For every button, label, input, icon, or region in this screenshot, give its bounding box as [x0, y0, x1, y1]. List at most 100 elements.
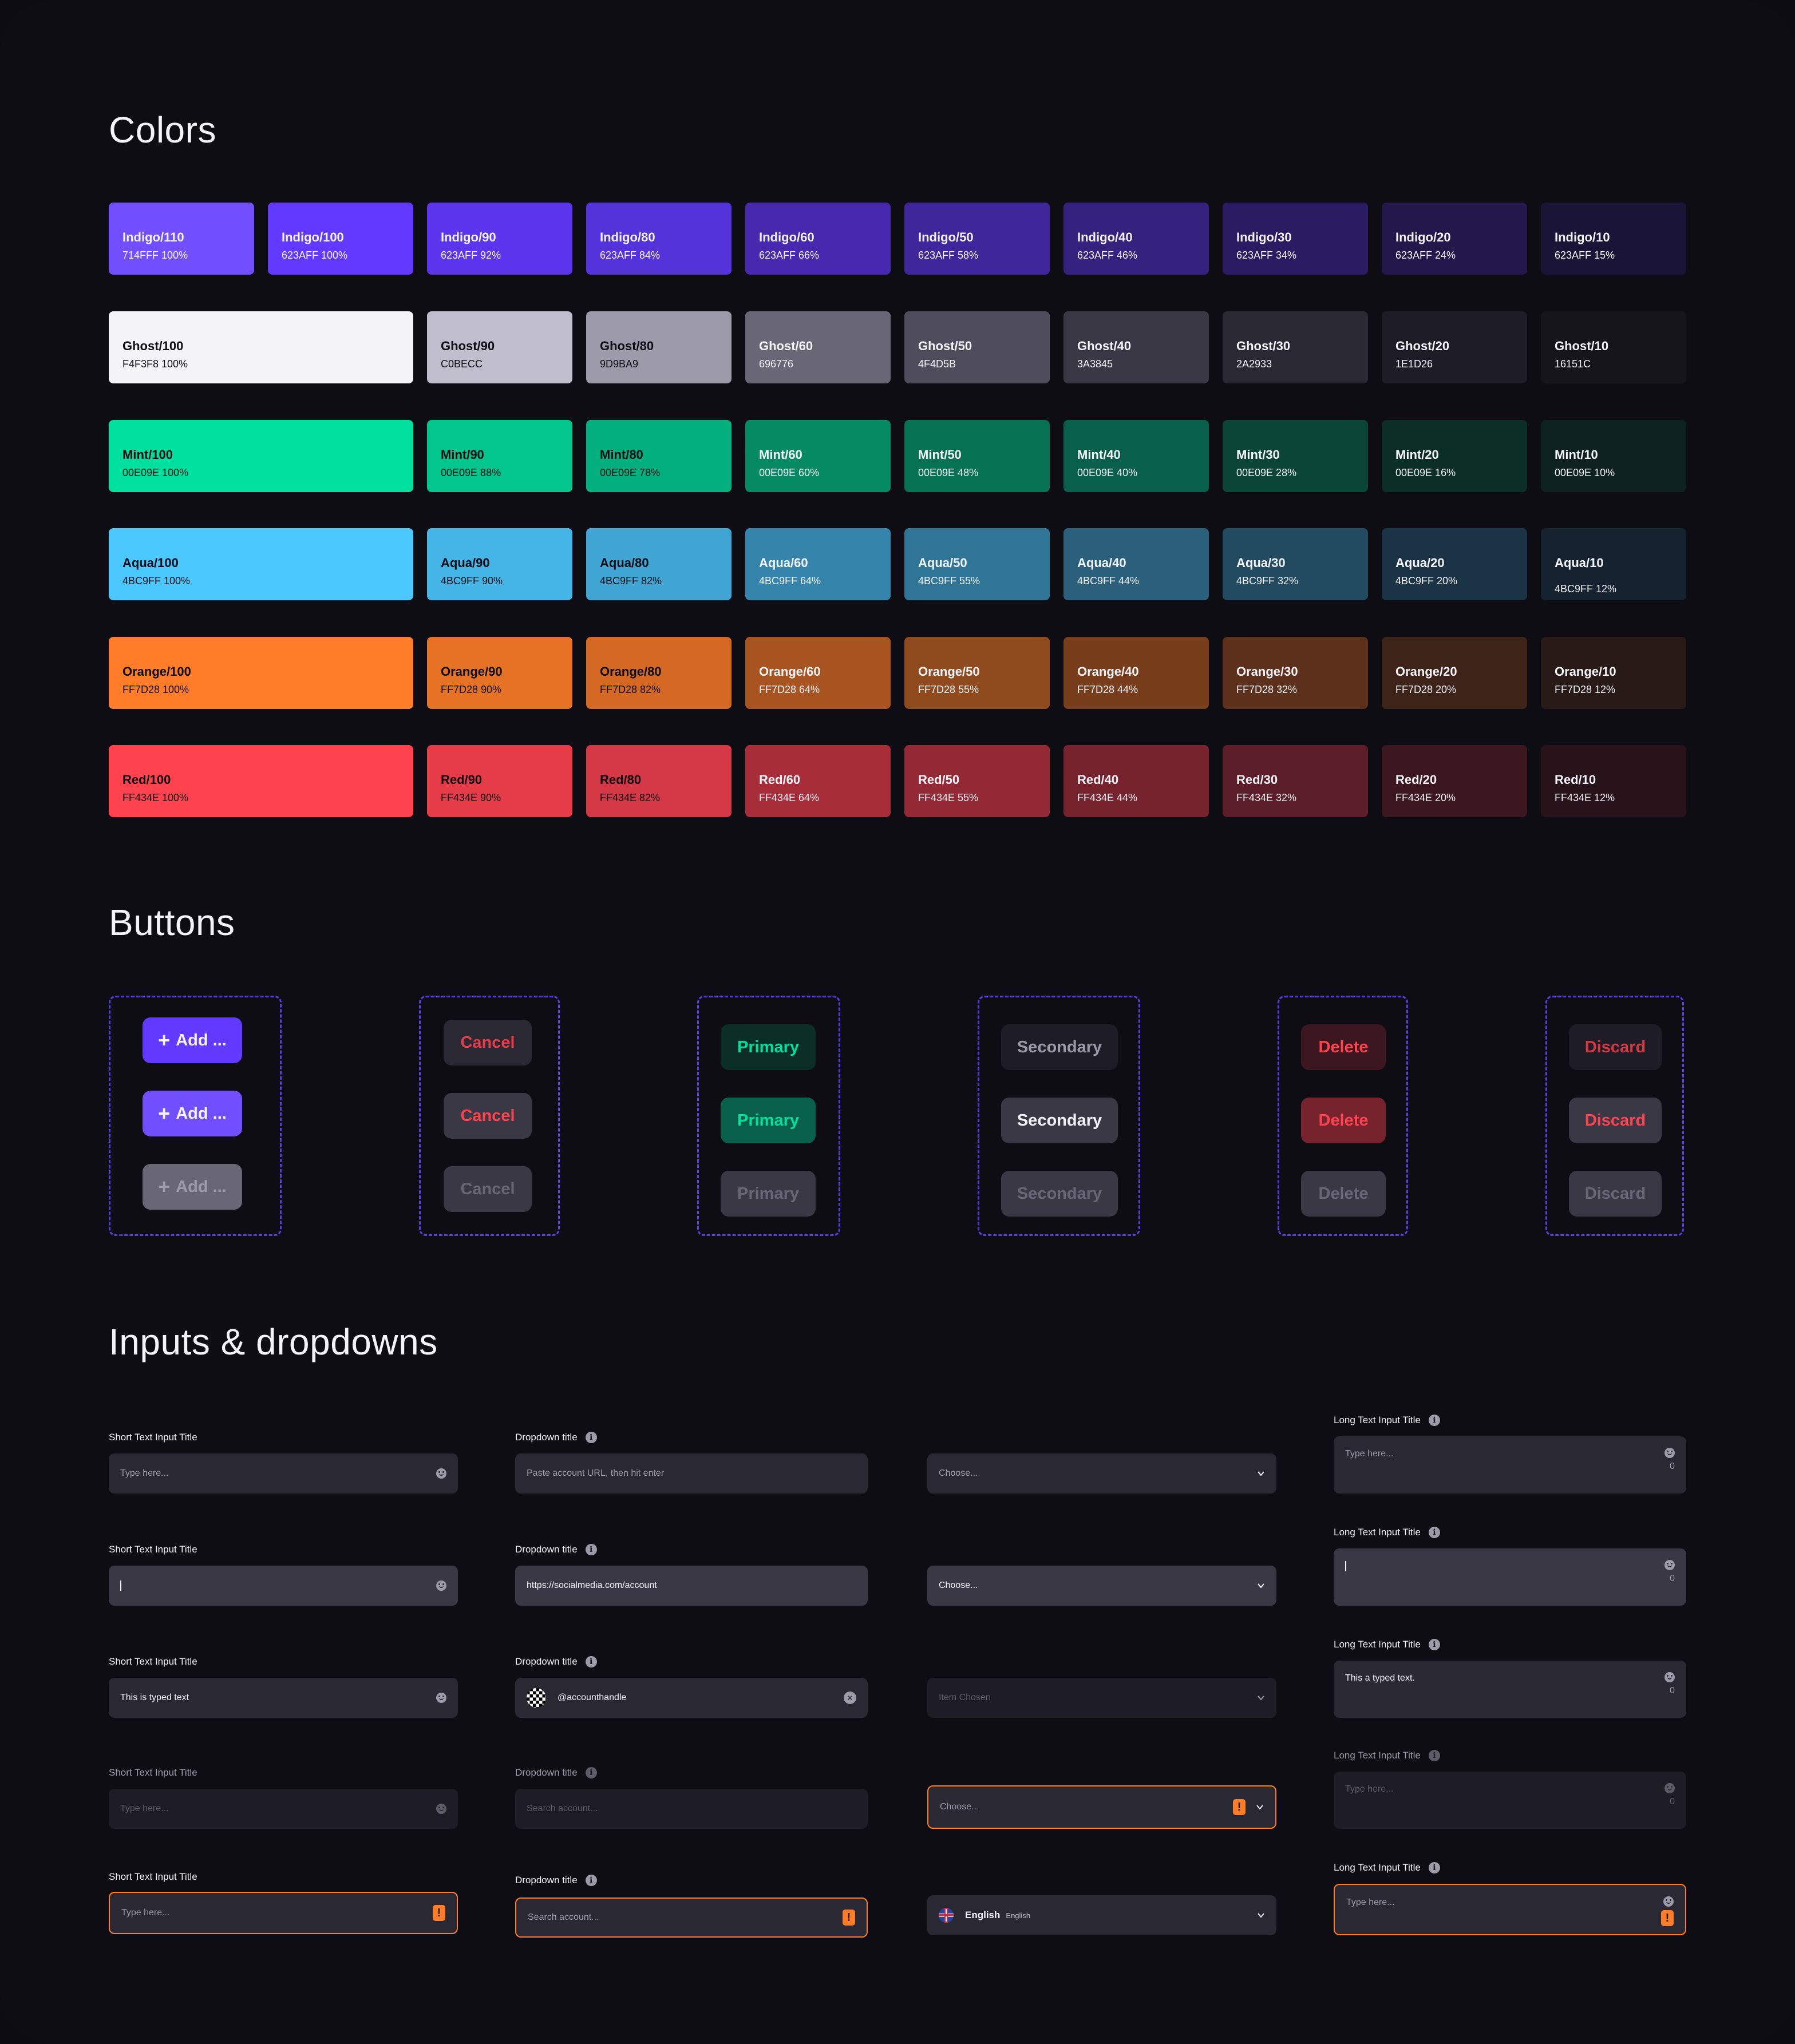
long-text-input[interactable]: 0 [1334, 1548, 1686, 1606]
color-swatch[interactable]: Ghost/40 3A3845 [1063, 311, 1209, 383]
emoji-icon[interactable] [436, 1804, 446, 1814]
color-swatch[interactable]: Mint/100 00E09E 100% [109, 420, 413, 492]
color-swatch[interactable]: Red/30 FF434E 32% [1223, 745, 1368, 817]
color-swatch[interactable]: Indigo/100 623AFF 100% [268, 203, 413, 275]
color-swatch[interactable]: Mint/80 00E09E 78% [586, 420, 732, 492]
color-swatch[interactable]: Indigo/30 623AFF 34% [1223, 203, 1368, 275]
color-swatch[interactable]: Ghost/50 4F4D5B [904, 311, 1050, 383]
color-swatch[interactable]: Mint/40 00E09E 40% [1063, 420, 1209, 492]
emoji-icon[interactable] [436, 1580, 446, 1591]
primary-button-default[interactable]: Primary [721, 1024, 816, 1070]
long-text-input[interactable]: This a typed text. 0 [1334, 1661, 1686, 1718]
discard-button-default[interactable]: Discard [1569, 1024, 1662, 1070]
emoji-icon[interactable] [1664, 1448, 1675, 1458]
info-icon[interactable]: i [1428, 1415, 1440, 1426]
color-swatch[interactable]: Ghost/30 2A2933 [1223, 311, 1368, 383]
emoji-icon[interactable] [1664, 1672, 1675, 1682]
short-text-input[interactable]: Type here...! [109, 1892, 458, 1934]
color-swatch[interactable]: Ghost/20 1E1D26 [1382, 311, 1527, 383]
add-button-default[interactable]: + Add ... [143, 1017, 242, 1063]
color-swatch[interactable]: Indigo/110 714FFF 100% [109, 203, 254, 275]
info-icon[interactable]: i [585, 1767, 597, 1778]
discard-button-hover[interactable]: Discard [1569, 1098, 1662, 1143]
info-icon[interactable]: i [585, 1432, 597, 1443]
color-swatch[interactable]: Orange/60 FF7D28 64% [745, 637, 891, 709]
color-swatch[interactable]: Red/90 FF434E 90% [427, 745, 572, 817]
emoji-icon[interactable] [436, 1693, 446, 1703]
color-swatch[interactable]: Red/40 FF434E 44% [1063, 745, 1209, 817]
info-icon[interactable]: i [1428, 1750, 1440, 1761]
color-swatch[interactable]: Ghost/10 16151C [1541, 311, 1686, 383]
color-swatch[interactable]: Aqua/20 4BC9FF 20% [1382, 528, 1527, 600]
long-text-input[interactable]: Type here...! [1334, 1884, 1686, 1935]
color-swatch[interactable]: Aqua/90 4BC9FF 90% [427, 528, 572, 600]
info-icon[interactable]: i [1428, 1862, 1440, 1873]
color-swatch[interactable]: Indigo/20 623AFF 24% [1382, 203, 1527, 275]
color-swatch[interactable]: Orange/30 FF7D28 32% [1223, 637, 1368, 709]
chevron-down-icon[interactable] [1257, 1469, 1265, 1477]
add-button-hover[interactable]: + Add ... [143, 1091, 242, 1136]
color-swatch[interactable]: Mint/30 00E09E 28% [1223, 420, 1368, 492]
color-swatch[interactable]: Indigo/90 623AFF 92% [427, 203, 572, 275]
color-swatch[interactable]: Red/60 FF434E 64% [745, 745, 891, 817]
emoji-icon[interactable] [436, 1468, 446, 1479]
info-icon[interactable]: i [1428, 1527, 1440, 1538]
delete-button-default[interactable]: Delete [1301, 1024, 1386, 1070]
color-swatch[interactable]: Mint/50 00E09E 48% [904, 420, 1050, 492]
color-swatch[interactable]: Ghost/90 C0BECC [427, 311, 572, 383]
color-swatch[interactable]: Mint/10 00E09E 10% [1541, 420, 1686, 492]
info-icon[interactable]: i [585, 1656, 597, 1667]
cancel-button-default[interactable]: Cancel [444, 1020, 532, 1065]
primary-button-hover[interactable]: Primary [721, 1098, 816, 1143]
select-dropdown[interactable]: Choose...! [927, 1785, 1276, 1829]
account-search-input[interactable]: Paste account URL, then hit enter [515, 1453, 868, 1494]
color-swatch[interactable]: Aqua/10 4BC9FF 12% [1541, 528, 1686, 600]
emoji-icon[interactable] [1664, 1560, 1675, 1570]
short-text-input[interactable]: Type here... [109, 1453, 458, 1494]
color-swatch[interactable]: Red/20 FF434E 20% [1382, 745, 1527, 817]
select-dropdown[interactable]: Choose... [927, 1566, 1276, 1606]
account-search-input[interactable]: Search account...! [515, 1898, 868, 1938]
color-swatch[interactable]: Aqua/30 4BC9FF 32% [1223, 528, 1368, 600]
chevron-down-icon[interactable] [1257, 1911, 1265, 1919]
color-swatch[interactable]: Red/50 FF434E 55% [904, 745, 1050, 817]
color-swatch[interactable]: Aqua/40 4BC9FF 44% [1063, 528, 1209, 600]
language-select[interactable]: English English [927, 1895, 1276, 1935]
color-swatch[interactable]: Ghost/100 F4F3F8 100% [109, 311, 413, 383]
secondary-button-default[interactable]: Secondary [1001, 1024, 1118, 1070]
color-swatch[interactable]: Orange/40 FF7D28 44% [1063, 637, 1209, 709]
long-text-input[interactable]: Type here... 0 [1334, 1436, 1686, 1494]
secondary-button-hover[interactable]: Secondary [1001, 1098, 1118, 1143]
short-text-input[interactable] [109, 1566, 458, 1606]
chevron-down-icon[interactable] [1257, 1694, 1265, 1702]
color-swatch[interactable]: Mint/20 00E09E 16% [1382, 420, 1527, 492]
emoji-icon[interactable] [1664, 1783, 1675, 1793]
info-icon[interactable]: i [1428, 1639, 1440, 1650]
chevron-down-icon[interactable] [1257, 1582, 1265, 1590]
color-swatch[interactable]: Red/100 FF434E 100% [109, 745, 413, 817]
color-swatch[interactable]: Orange/10 FF7D28 12% [1541, 637, 1686, 709]
color-swatch[interactable]: Indigo/80 623AFF 84% [586, 203, 732, 275]
emoji-icon[interactable] [1663, 1896, 1674, 1907]
color-swatch[interactable]: Aqua/80 4BC9FF 82% [586, 528, 732, 600]
color-swatch[interactable]: Indigo/60 623AFF 66% [745, 203, 891, 275]
cancel-button-hover[interactable]: Cancel [444, 1093, 532, 1139]
short-text-input[interactable]: This is typed text [109, 1678, 458, 1718]
color-swatch[interactable]: Indigo/40 623AFF 46% [1063, 203, 1209, 275]
clear-icon[interactable]: × [844, 1692, 856, 1704]
color-swatch[interactable]: Indigo/50 623AFF 58% [904, 203, 1050, 275]
color-swatch[interactable]: Ghost/80 9D9BA9 [586, 311, 732, 383]
color-swatch[interactable]: Indigo/10 623AFF 15% [1541, 203, 1686, 275]
info-icon[interactable]: i [585, 1875, 597, 1886]
color-swatch[interactable]: Aqua/60 4BC9FF 64% [745, 528, 891, 600]
color-swatch[interactable]: Aqua/100 4BC9FF 100% [109, 528, 413, 600]
color-swatch[interactable]: Red/80 FF434E 82% [586, 745, 732, 817]
color-swatch[interactable]: Orange/100 FF7D28 100% [109, 637, 413, 709]
info-icon[interactable]: i [585, 1544, 597, 1555]
color-swatch[interactable]: Orange/50 FF7D28 55% [904, 637, 1050, 709]
account-search-input[interactable]: https://socialmedia.com/account [515, 1566, 868, 1606]
color-swatch[interactable]: Mint/90 00E09E 88% [427, 420, 572, 492]
color-swatch[interactable]: Mint/60 00E09E 60% [745, 420, 891, 492]
color-swatch[interactable]: Orange/80 FF7D28 82% [586, 637, 732, 709]
delete-button-hover[interactable]: Delete [1301, 1098, 1386, 1143]
